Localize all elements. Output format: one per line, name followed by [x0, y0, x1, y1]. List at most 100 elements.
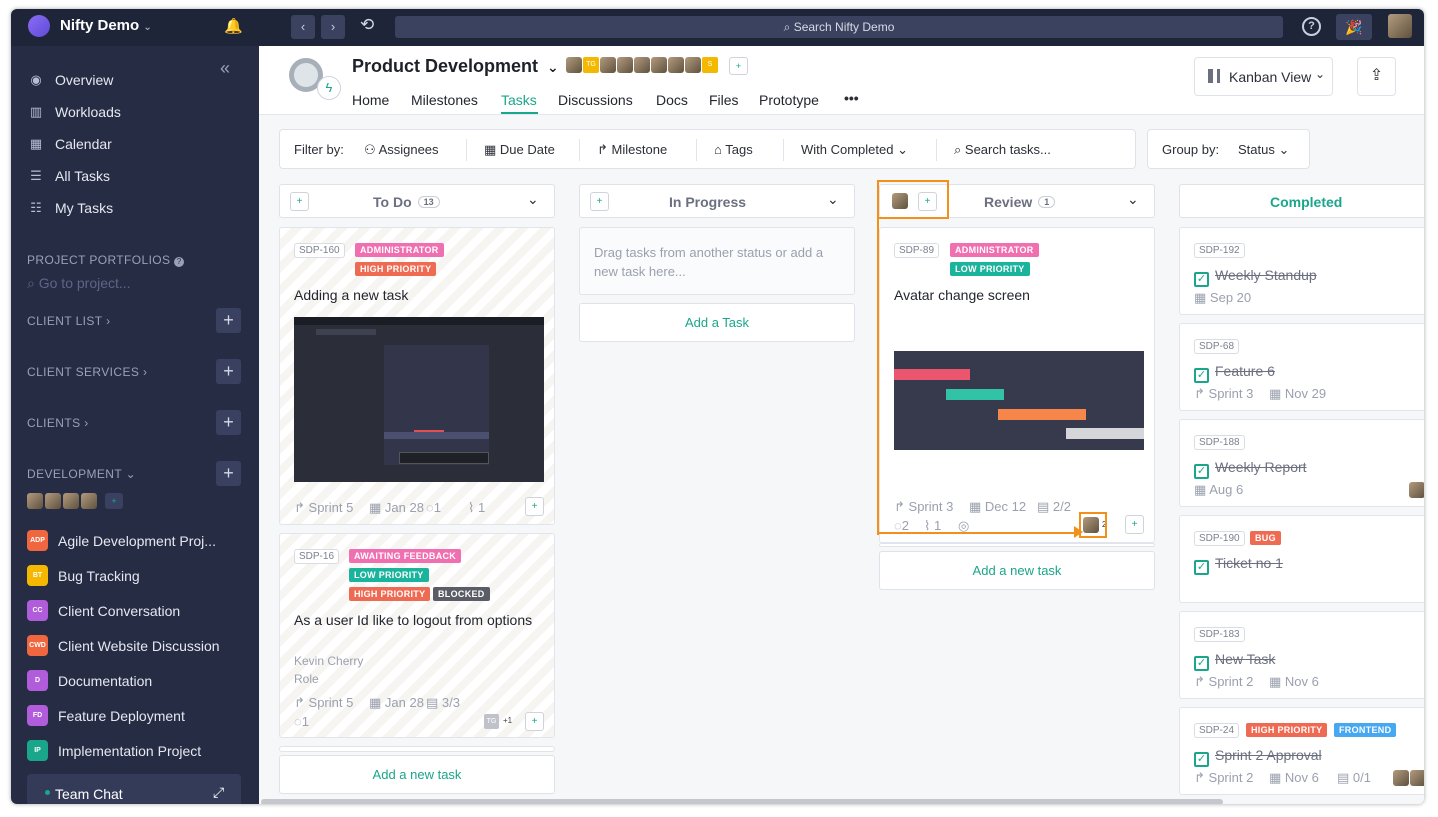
section-clients[interactable]: CLIENTS › — [27, 416, 89, 430]
filter-due-date[interactable]: ▦ Due Date — [484, 142, 555, 158]
avatar[interactable] — [634, 57, 650, 73]
global-search[interactable]: ⌕ Search Nifty Demo — [395, 16, 1283, 38]
forward-button[interactable]: › — [321, 15, 345, 39]
add-clients-button[interactable]: + — [216, 410, 241, 435]
filter-with-completed[interactable]: With Completed ⌄ — [801, 142, 908, 158]
tab-milestones[interactable]: Milestones — [411, 92, 478, 108]
add-client-list-button[interactable]: + — [216, 308, 241, 333]
tab-prototype[interactable]: Prototype — [759, 92, 819, 108]
team-chat-panel[interactable]: Team Chat ⤢ — [27, 774, 241, 804]
add-client-services-button[interactable]: + — [216, 359, 241, 384]
sidebar-item-my-tasks[interactable]: ☷ My Tasks — [27, 200, 113, 216]
avatar[interactable] — [685, 57, 701, 73]
avatar[interactable] — [600, 57, 616, 73]
assign-icon[interactable]: + — [290, 192, 309, 211]
view-switcher[interactable]: Kanban View ⌄ — [1194, 57, 1333, 96]
share-button[interactable]: ⇪ — [1357, 57, 1396, 96]
assign-icon[interactable]: + — [525, 497, 544, 516]
avatar[interactable] — [1410, 770, 1424, 786]
back-button[interactable]: ‹ — [291, 15, 315, 39]
filter-milestone[interactable]: ↱ Milestone — [597, 142, 667, 158]
search-tasks-input[interactable]: ⌕ Search tasks... — [954, 142, 1051, 158]
avatar[interactable] — [617, 57, 633, 73]
avatar[interactable] — [27, 493, 43, 509]
sidebar-item-overview[interactable]: ◉ Overview — [27, 72, 113, 88]
add-new-task-button-review[interactable]: Add a new task — [879, 551, 1155, 590]
task-gantt-thumbnail[interactable] — [894, 351, 1144, 450]
sidebar-item-calendar[interactable]: ▦ Calendar — [27, 136, 112, 152]
expand-icon[interactable]: ⤢ — [213, 784, 224, 801]
member-badge[interactable]: TG — [583, 57, 599, 73]
avatar[interactable] — [45, 493, 61, 509]
app-logo[interactable] — [28, 15, 50, 37]
checkbox-checked-icon[interactable]: ✓ — [1194, 560, 1209, 575]
completed-task-card[interactable]: SDP-183 ✓ New Task ↱ Sprint 2 ▦ Nov 6 — [1179, 611, 1424, 699]
tab-files[interactable]: Files — [709, 92, 739, 108]
avatar[interactable] — [1393, 770, 1409, 786]
tab-tasks[interactable]: Tasks — [501, 92, 537, 108]
tab-docs[interactable]: Docs — [656, 92, 688, 108]
sidebar-item-workloads[interactable]: ▥ Workloads — [27, 104, 121, 120]
avatar[interactable] — [566, 57, 582, 73]
section-client-services[interactable]: CLIENT SERVICES › — [27, 365, 147, 379]
avatar[interactable] — [1409, 482, 1424, 498]
completed-task-card[interactable]: SDP-24 HIGH PRIORITY FRONTEND ✓ Sprint 2 App… — [1179, 707, 1424, 795]
add-member-icon[interactable]: + — [729, 57, 748, 75]
sidebar-project-item[interactable]: CWD Client Website Discussion — [27, 635, 220, 656]
assign-icon[interactable]: + — [590, 192, 609, 211]
checkbox-checked-icon[interactable]: ✓ — [1194, 656, 1209, 671]
task-card[interactable]: SDP-89 ADMINISTRATOR LOW PRIORITY Avatar… — [879, 227, 1155, 543]
avatar[interactable] — [651, 57, 667, 73]
add-task-button-in-progress[interactable]: Add a Task — [579, 303, 855, 342]
avatar[interactable] — [668, 57, 684, 73]
checkbox-checked-icon[interactable]: ✓ — [1194, 752, 1209, 767]
completed-task-card[interactable]: SDP-190 BUG ✓ Ticket no 1 — [1179, 515, 1424, 603]
more-tabs-icon[interactable]: ••• — [844, 90, 859, 106]
user-avatar[interactable] — [1388, 14, 1412, 38]
completed-task-card[interactable]: SDP-68 ✓ Feature 6 ↱ Sprint 3 ▦ Nov 29 — [1179, 323, 1424, 411]
help-icon[interactable]: ? — [174, 257, 185, 267]
party-icon[interactable]: 🎉 — [1336, 14, 1372, 40]
sidebar-project-item[interactable]: IP Implementation Project — [27, 740, 201, 761]
completed-task-card[interactable]: SDP-192 ✓ Weekly Standup ▦ Sep 20 — [1179, 227, 1424, 315]
assignee-badge[interactable]: TG — [484, 714, 499, 729]
bell-icon[interactable]: 🔔 — [224, 17, 243, 35]
add-development-button[interactable]: + — [216, 461, 241, 486]
history-icon[interactable]: ⟲ — [360, 15, 374, 35]
checkbox-checked-icon[interactable]: ✓ — [1194, 368, 1209, 383]
task-card[interactable]: SDP-160 ADMINISTRATOR HIGH PRIORITY Addi… — [279, 227, 555, 525]
checkbox-checked-icon[interactable]: ✓ — [1194, 272, 1209, 287]
add-new-task-button-todo[interactable]: Add a new task — [279, 755, 555, 794]
filter-assignees[interactable]: ⚇ Assignees — [364, 142, 439, 158]
go-to-project-input[interactable]: ⌕ Go to project... — [27, 275, 131, 292]
sidebar-item-all-tasks[interactable]: ☰ All Tasks — [27, 168, 110, 184]
workspace-switcher[interactable]: Nifty Demo ⌄ — [60, 17, 152, 34]
task-card[interactable]: SDP-16 AWAITING FEEDBACK LOW PRIORITY HI… — [279, 533, 555, 738]
filter-tags[interactable]: ⌂ Tags — [714, 142, 753, 157]
sidebar-project-item[interactable]: ADP Agile Development Proj... — [27, 530, 216, 551]
sidebar-project-item[interactable]: BT Bug Tracking — [27, 565, 140, 586]
chevron-down-icon[interactable]: ⌄ — [1127, 191, 1139, 208]
checkbox-checked-icon[interactable]: ✓ — [1194, 464, 1209, 479]
section-development[interactable]: DEVELOPMENT ⌄ — [27, 467, 136, 481]
add-member-icon[interactable]: + — [105, 493, 123, 509]
member-badge[interactable]: S — [702, 57, 718, 73]
tab-discussions[interactable]: Discussions — [558, 92, 633, 108]
sidebar-project-item[interactable]: CC Client Conversation — [27, 600, 180, 621]
completed-task-card[interactable]: SDP-188 ✓ Weekly Report ▦ Aug 6 — [1179, 419, 1424, 507]
collapse-sidebar-icon[interactable]: « — [220, 58, 230, 79]
section-client-list[interactable]: CLIENT LIST › — [27, 314, 110, 328]
assign-icon[interactable]: + — [525, 712, 544, 731]
avatar[interactable] — [81, 493, 97, 509]
project-title[interactable]: Product Development ⌄ — [352, 56, 559, 77]
task-screenshot-thumbnail[interactable] — [294, 317, 544, 482]
group-by-selector[interactable]: Group by: Status ⌄ — [1147, 129, 1310, 169]
horizontal-scrollbar[interactable] — [261, 799, 1223, 804]
help-icon[interactable]: ? — [1302, 17, 1321, 36]
avatar[interactable] — [63, 493, 79, 509]
chevron-down-icon[interactable]: ⌄ — [527, 191, 539, 208]
tab-home[interactable]: Home — [352, 92, 389, 108]
sidebar-project-item[interactable]: D Documentation — [27, 670, 152, 691]
sidebar-project-item[interactable]: FD Feature Deployment — [27, 705, 185, 726]
chevron-down-icon[interactable]: ⌄ — [827, 191, 839, 208]
